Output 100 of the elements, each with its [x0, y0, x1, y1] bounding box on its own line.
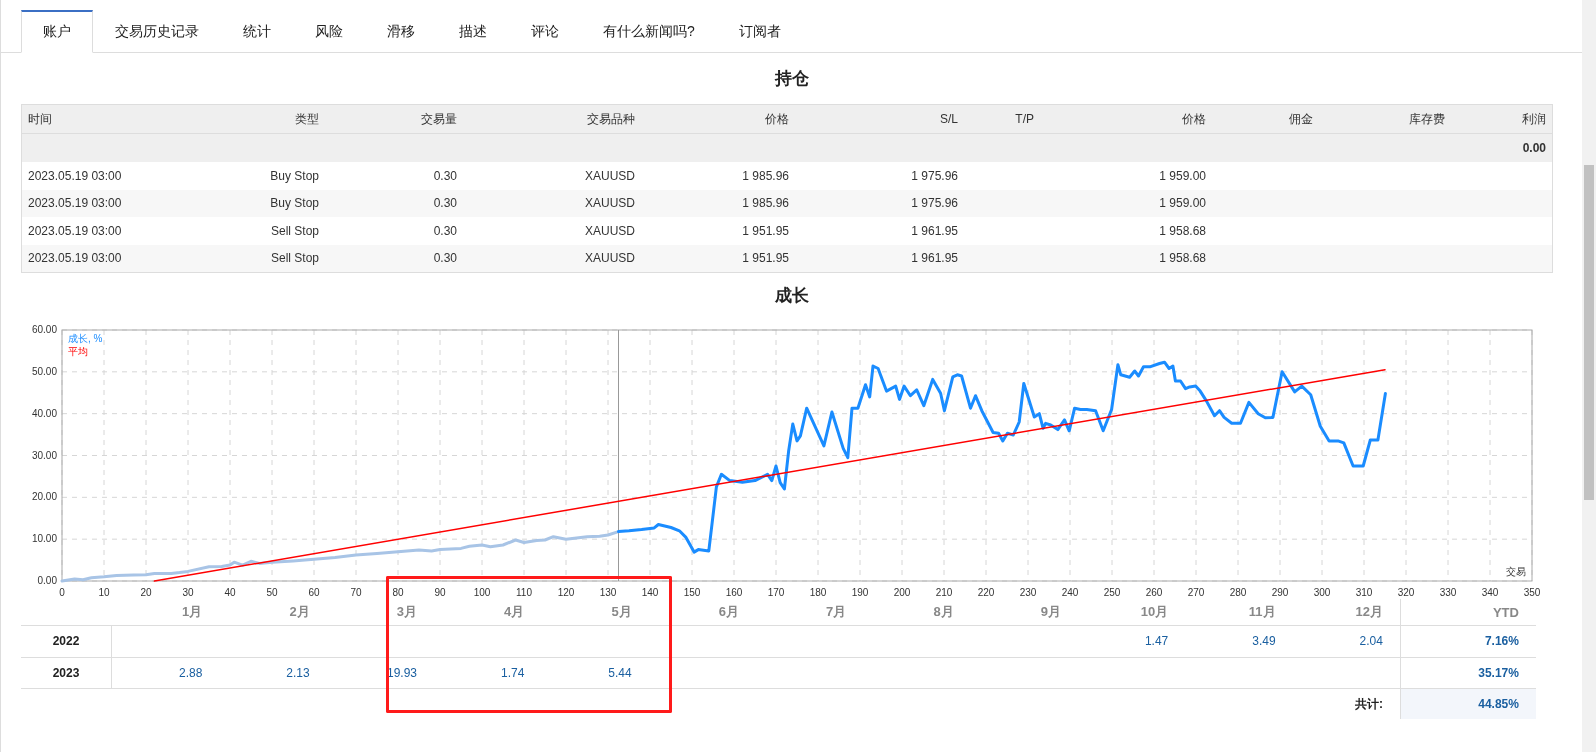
table-cell-text: Buy Stop	[269, 168, 320, 183]
x-axis-label: 250	[1103, 587, 1121, 598]
tab[interactable]: 滑移	[365, 10, 437, 53]
x-axis-label: 290	[1271, 587, 1289, 598]
x-axis-label: 320	[1397, 587, 1415, 598]
table-cell-text: Sell Stop	[269, 251, 320, 266]
column-header: 交易品种	[586, 110, 636, 128]
table-cell-text: 1 985.96	[741, 168, 790, 183]
tab[interactable]: 风险	[293, 10, 365, 53]
x-axis-label: 70	[350, 587, 362, 598]
legend-label: 成长, %	[68, 333, 103, 344]
x-axis-label: 210	[935, 587, 953, 598]
table-cell-text: 1 961.95	[910, 223, 959, 238]
table-cell-text: 0.30	[432, 251, 458, 266]
table-cell-text: 1 961.95	[910, 251, 959, 266]
month-header: 9月	[1039, 603, 1062, 621]
x-axis-label: 40	[224, 587, 236, 598]
x-axis-label: 220	[977, 587, 995, 598]
tab[interactable]: 账户	[21, 10, 93, 53]
table-cell-text: XAUUSD	[584, 251, 636, 266]
y-axis-label: 20.00	[31, 491, 57, 503]
month-header: 10月	[1139, 603, 1170, 621]
table-cell-text: 2023.05.19 03:00	[27, 168, 123, 183]
tab[interactable]: 描述	[437, 10, 509, 53]
month-value: 1.47	[1143, 634, 1170, 649]
x-axis-label: 90	[434, 587, 446, 598]
year-label: 2023	[21, 657, 112, 688]
x-axis-label: 140	[641, 587, 659, 598]
column-header: 时间	[27, 110, 53, 128]
month-header: 4月	[503, 603, 526, 621]
table-cell-text: Sell Stop	[269, 223, 320, 238]
x-axis-label: 180	[809, 587, 827, 598]
month-header: 3月	[395, 603, 418, 621]
y-axis-label: 60.00	[31, 324, 57, 335]
month-header: 6月	[717, 603, 740, 621]
x-axis-label: 340	[1481, 587, 1499, 598]
month-value: 1.74	[499, 665, 526, 680]
scrollbar[interactable]	[1582, 0, 1596, 752]
x-axis-label: 330	[1439, 587, 1457, 598]
x-axis-label: 0	[59, 587, 65, 598]
table-cell-text: 0.30	[432, 223, 458, 238]
month-header: 7月	[825, 603, 848, 621]
table-cell-text: 1 959.00	[1158, 196, 1207, 211]
x-axis-label: 110	[516, 587, 532, 598]
section-title: 持仓	[774, 68, 809, 90]
x-axis-label: 200	[893, 587, 911, 598]
column-header: T/P	[1014, 112, 1035, 126]
x-axis-label: 300	[1313, 587, 1331, 598]
table-cell-text: 1 958.68	[1158, 223, 1207, 238]
x-axis-title: 交易	[1506, 566, 1526, 577]
x-axis-label: 170	[767, 587, 785, 598]
tab[interactable]: 评论	[509, 10, 581, 53]
table-cell-text: 1 951.95	[741, 223, 790, 238]
y-axis-label: 30.00	[31, 449, 57, 461]
x-axis-label: 350	[1523, 587, 1541, 598]
tab[interactable]: 统计	[221, 10, 293, 53]
table-cell-text: 1 985.96	[741, 196, 790, 211]
column-header: 利润	[1521, 110, 1547, 128]
table-cell-text: 1 975.96	[910, 196, 959, 211]
y-axis-label: 40.00	[31, 407, 57, 419]
x-axis-label: 20	[140, 587, 152, 598]
tab[interactable]: 有什么新闻吗?	[581, 10, 717, 53]
column-header: 库存费	[1408, 110, 1446, 128]
table-cell-text: 1 951.95	[741, 251, 790, 266]
x-axis-label: 10	[98, 587, 110, 598]
table-cell-text: Buy Stop	[269, 196, 320, 211]
x-axis-label: 270	[1187, 587, 1205, 598]
table-cell-text: 1 958.68	[1158, 251, 1207, 266]
column-header: S/L	[939, 112, 959, 126]
ytd-header: YTD	[1399, 599, 1536, 625]
x-axis-label: 190	[851, 587, 869, 598]
column-header: 价格	[764, 110, 790, 128]
y-axis-label: 10.00	[31, 533, 57, 545]
column-header: 佣金	[1288, 110, 1314, 128]
y-axis-label: 0.00	[37, 575, 57, 586]
column-header: 交易量	[420, 110, 458, 128]
table-cell-text: XAUUSD	[584, 196, 636, 211]
table-cell-text: 2023.05.19 03:00	[27, 251, 123, 266]
x-axis-label: 60	[308, 587, 320, 598]
total-profit: 0.00	[1521, 141, 1547, 155]
month-header: 5月	[610, 603, 633, 621]
x-axis-label: 50	[266, 587, 278, 598]
x-axis-label: 310	[1355, 587, 1373, 598]
month-value: 3.49	[1251, 634, 1277, 649]
x-axis-label: 240	[1061, 587, 1079, 598]
column-header: 价格	[1181, 110, 1207, 128]
tab[interactable]: 交易历史记录	[93, 10, 221, 53]
tab[interactable]: 订阅者	[716, 10, 803, 53]
month-value: 2.88	[177, 665, 204, 680]
total-value: 44.85%	[1399, 689, 1536, 719]
table-cell-text: 2023.05.19 03:00	[27, 223, 123, 238]
x-axis-label: 260	[1145, 587, 1163, 598]
x-axis-label: 130	[599, 587, 617, 598]
y-axis-label: 50.00	[31, 365, 57, 377]
x-axis-label: 80	[392, 587, 404, 598]
year-label: 2022	[21, 626, 112, 657]
legend-label: 平均	[68, 346, 88, 357]
x-axis-label: 150	[683, 587, 701, 598]
x-axis-label: 100	[473, 587, 491, 598]
month-header: 12月	[1354, 603, 1384, 621]
